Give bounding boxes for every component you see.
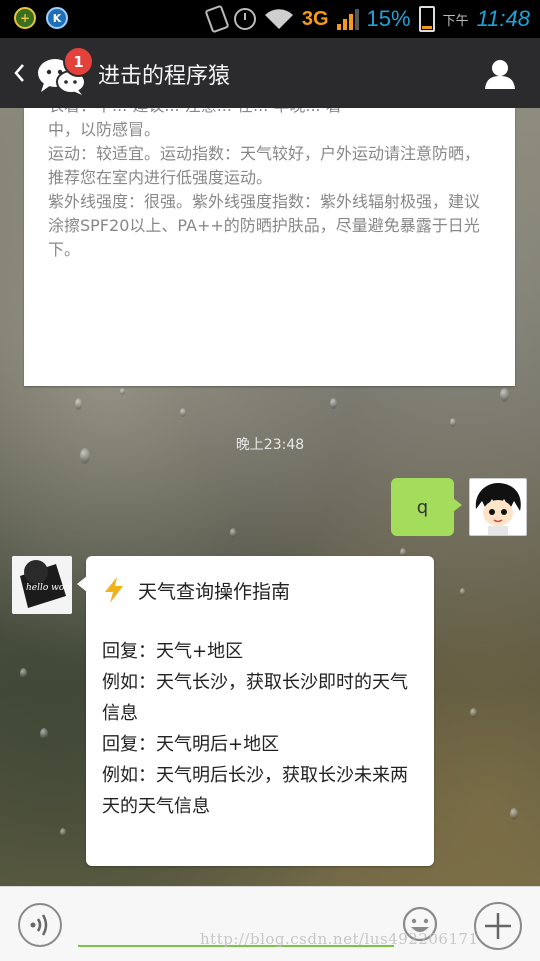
guide-header: 天气查询操作指南: [102, 576, 290, 604]
guide-body: 回复：天气+地区 例如：天气长沙，获取长沙即时的天气信息 回复：天气明后+地区 …: [102, 636, 420, 822]
cartoon-avatar-icon: [470, 479, 526, 535]
app-notification-icon: +: [14, 7, 36, 29]
chat-header: 1 进击的程序猿: [0, 38, 540, 108]
guide-line: 例如：天气长沙，获取长沙即时的天气信息: [102, 672, 408, 724]
watermark: http://blog.csdn.net/lus492206171: [200, 930, 479, 948]
k-app-notification-icon: K: [46, 7, 68, 29]
person-icon[interactable]: [484, 58, 516, 90]
status-bar: + K 3G 15% 下午 11:48: [0, 0, 540, 38]
network-type: 3G: [301, 7, 329, 30]
my-avatar[interactable]: [469, 478, 527, 536]
wifi-icon: [264, 9, 293, 30]
status-notification-icons: + K: [14, 7, 68, 29]
unread-badge: 1: [63, 46, 94, 77]
input-bar: [0, 886, 540, 961]
status-right: 3G 15% 下午 11:48: [204, 4, 530, 34]
lightning-icon: [105, 577, 123, 603]
ampm: 下午: [442, 13, 469, 29]
message-timestamp: 晚上23:48: [235, 437, 305, 453]
chat-title: 进击的程序猿: [98, 64, 231, 89]
back-icon[interactable]: [12, 62, 26, 84]
bot-avatar[interactable]: hello world: [12, 556, 72, 614]
outgoing-message-text: q: [416, 496, 429, 518]
clock: 11:48: [476, 6, 530, 31]
guide-line: 例如：天气明后长沙，获取长沙未来两天的天气信息: [102, 765, 408, 817]
outgoing-message-bubble[interactable]: q: [391, 478, 462, 536]
incoming-message-bubble[interactable]: 天气查询操作指南 回复：天气+地区 例如：天气长沙，获取长沙即时的天气信息 回复…: [77, 556, 434, 866]
guide-title: 天气查询操作指南: [138, 580, 291, 603]
voice-button[interactable]: [18, 903, 62, 947]
battery-level: 15%: [366, 6, 411, 31]
plus-icon: [485, 913, 511, 939]
vibrate-icon: [204, 4, 230, 34]
plus-button[interactable]: [474, 902, 522, 950]
avatar-hello-text: hello world: [26, 583, 72, 593]
guide-line: 回复：天气明后+地区: [102, 734, 280, 755]
signal-icon: [336, 8, 359, 30]
hello-world-avatar-icon: hello world: [12, 556, 72, 614]
battery-icon: [418, 6, 435, 32]
voice-icon: [30, 914, 48, 936]
previous-message-card: 衣着：中... 建议... 注意... 在... 早晚... 着 中，以防感冒。…: [24, 108, 515, 386]
guide-line: 回复：天气+地区: [102, 641, 244, 662]
alarm-icon: [233, 8, 256, 30]
previous-message-text: 衣着：中... 建议... 注意... 在... 早晚... 着 中，以防感冒。…: [48, 108, 481, 259]
